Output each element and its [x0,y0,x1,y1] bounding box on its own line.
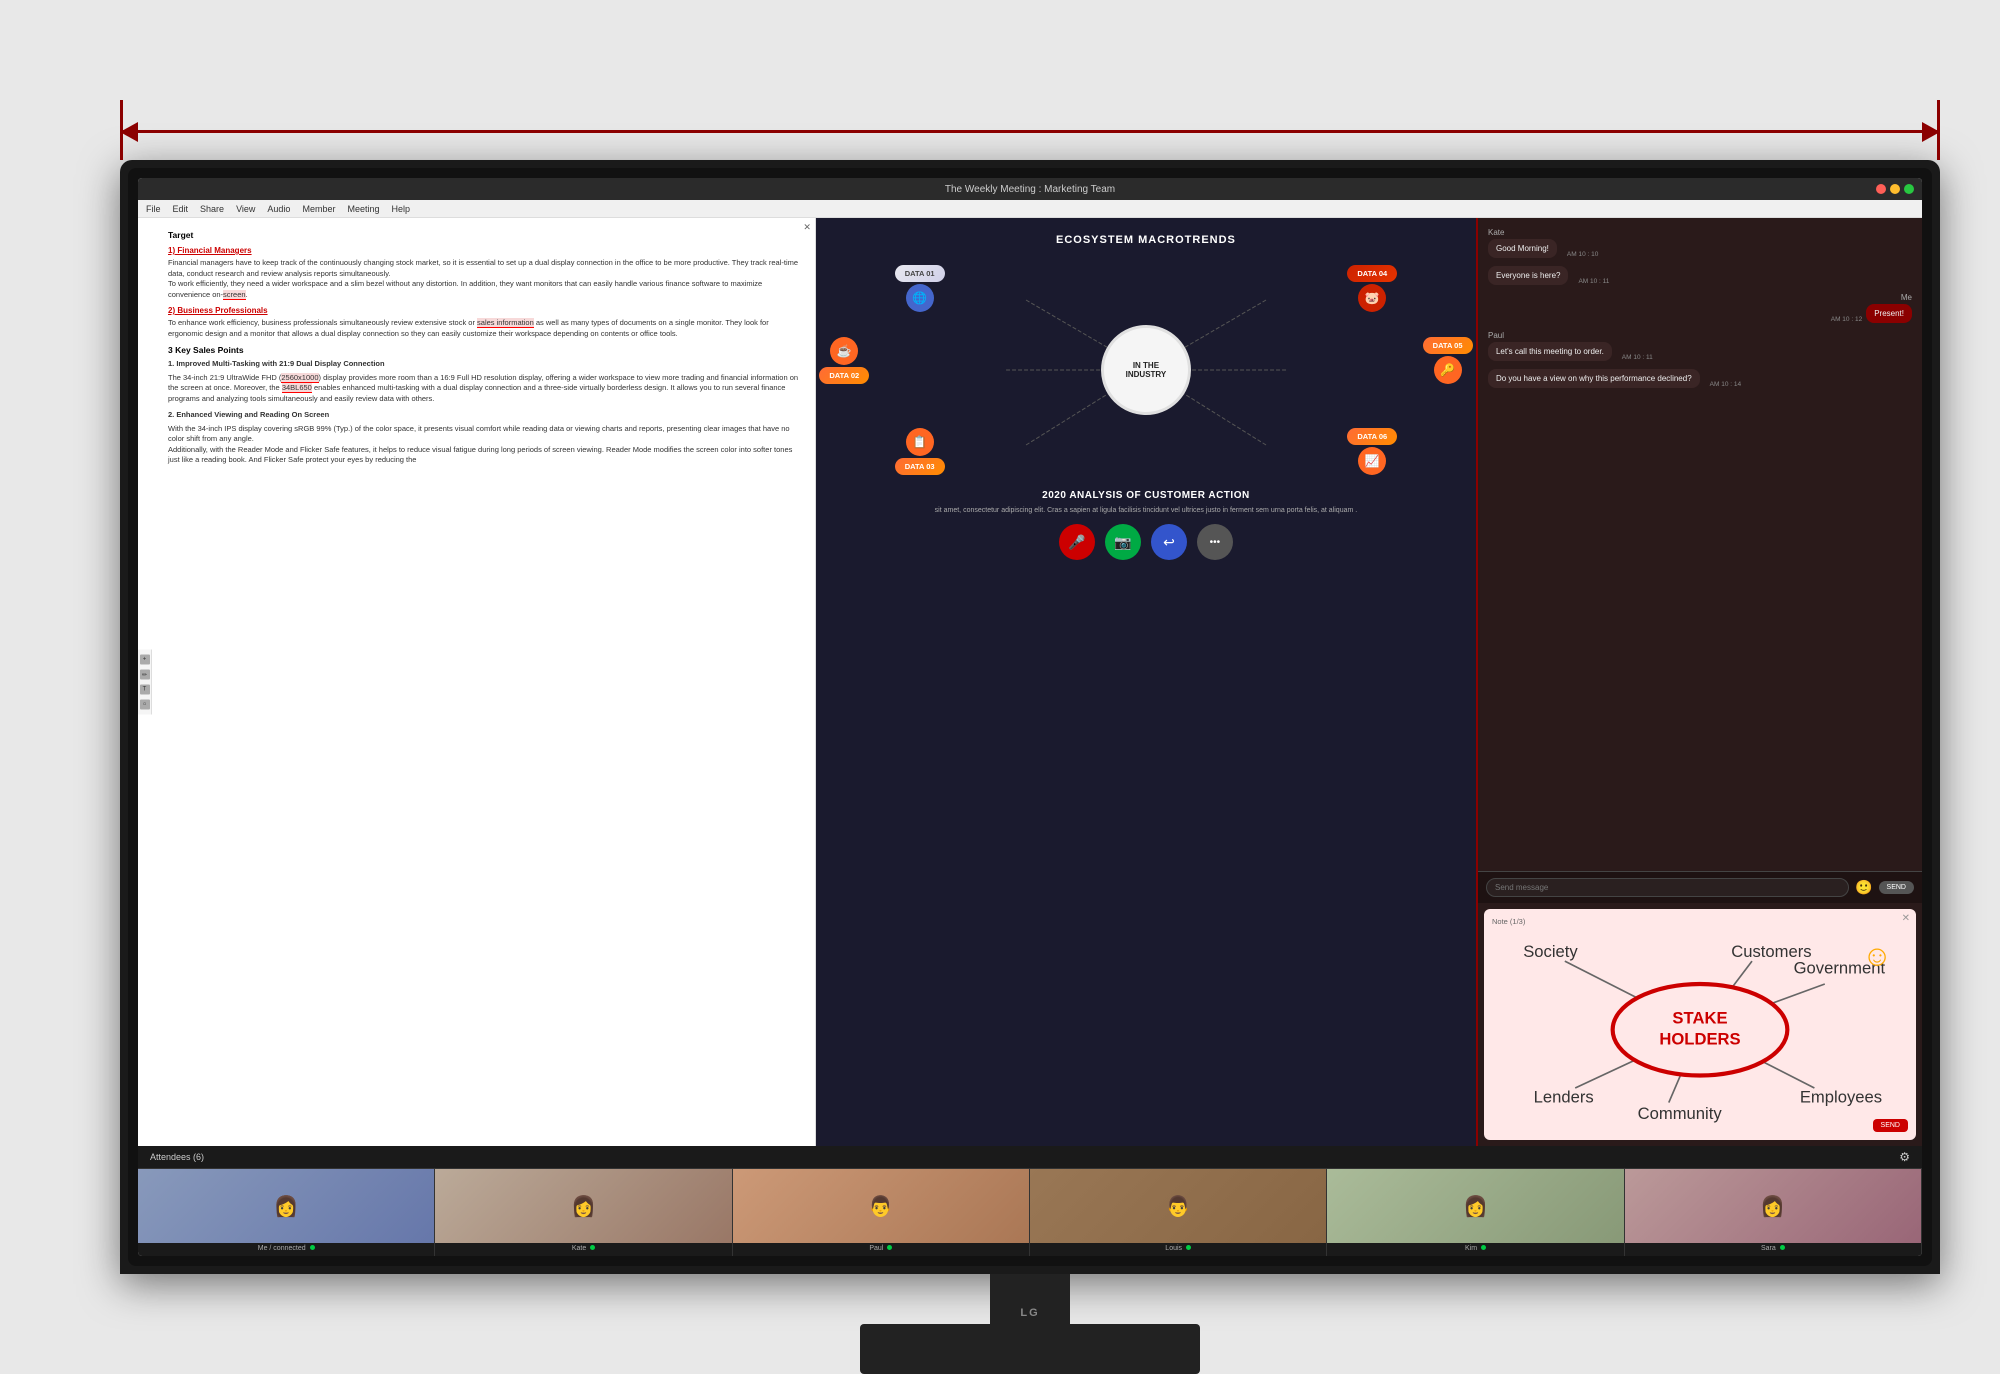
window-title: The Weekly Meeting : Marketing Team [945,184,1115,195]
pres-title: ECOSYSTEM MACROTRENDS [1056,234,1236,246]
menu-bar: File Edit Share View Audio Member Meetin… [138,200,1922,218]
menu-member[interactable]: Member [302,204,335,214]
menu-audio[interactable]: Audio [267,204,290,214]
menu-meeting[interactable]: Meeting [347,204,379,214]
attendees-settings-icon[interactable]: ⚙ [1899,1150,1910,1164]
chat-messages: Kate Good Morning! AM 10 : 10 Everyone i… [1478,218,1922,871]
monitor-stand-base [860,1324,1200,1374]
maximize-window-btn[interactable] [1904,184,1914,194]
doc-point1-title: 1. Improved Multi-Tasking with 21:9 Dual… [168,359,801,370]
note-close-btn[interactable]: ✕ [1902,913,1910,924]
tool-pen[interactable]: ✏ [140,670,150,680]
ecosystem-diagram: IN THEINDUSTRY DATA 01 🌐 ☕ DATA 02 [832,260,1460,480]
attendee-kim: 👩 Kim [1327,1169,1624,1256]
document-close-btn[interactable]: ✕ [803,222,811,233]
chat-panel: Kate Good Morning! AM 10 : 10 Everyone i… [1476,218,1922,1146]
chat-input-area: 🙂 SEND [1478,871,1922,903]
doc-section2-title: 2) Business Professionals [168,306,801,315]
chat-msg-kate1: Kate Good Morning! AM 10 : 10 [1488,228,1912,258]
note-send-btn[interactable]: SEND [1873,1119,1908,1132]
title-bar: The Weekly Meeting : Marketing Team [138,178,1922,200]
svg-text:Society: Society [1523,942,1578,961]
attendee-louis: 👨 Louis [1030,1169,1327,1256]
attendee-paul: 👨 Paul [733,1169,1030,1256]
menu-help[interactable]: Help [392,204,411,214]
app-window: The Weekly Meeting : Marketing Team File… [138,178,1922,1256]
center-circle: IN THEINDUSTRY [1101,325,1191,415]
window-controls [1876,184,1914,194]
chat-msg-kate2: Everyone is here? AM 10 : 11 [1488,266,1912,285]
monitor-screen: The Weekly Meeting : Marketing Team File… [138,178,1922,1256]
minimize-window-btn[interactable] [1890,184,1900,194]
lg-logo: LG [1020,1307,1039,1319]
chat-msg-me: Me AM 10 : 12 Present! [1488,293,1912,323]
doc-toolbar: + ✏ T ○ [138,650,152,715]
svg-text:HOLDERS: HOLDERS [1659,1030,1740,1049]
more-btn[interactable]: ••• [1197,524,1233,560]
attendee-me: 👩 Me / connected [138,1169,435,1256]
chat-msg-paul2: Do you have a view on why this performan… [1488,369,1912,388]
main-content: ✕ Target 1) Financial Managers Financial… [138,218,1922,1146]
note-title: Note (1/3) [1492,917,1908,926]
svg-text:☺: ☺ [1862,941,1892,973]
mic-btn[interactable]: 🎤 [1059,524,1095,560]
video-btn[interactable]: 📷 [1105,524,1141,560]
attendee-louis-name: Louis [1165,1245,1191,1252]
attendee-louis-avatar: 👨 [1030,1169,1326,1243]
doc-section1-text: Financial managers have to keep track of… [168,258,801,300]
attendee-kim-name: Kim [1465,1245,1486,1252]
attendee-paul-avatar: 👨 [733,1169,1029,1243]
tool-shape[interactable]: ○ [140,700,150,710]
attendee-kate-name: Kate [572,1245,595,1252]
menu-view[interactable]: View [236,204,255,214]
menu-share[interactable]: Share [200,204,224,214]
pres-subtitle: 2020 ANALYSIS OF CUSTOMER ACTION [1042,490,1250,501]
attendee-me-name: Me / connected [258,1245,315,1252]
doc-section3-title: 3 Key Sales Points [168,345,801,355]
doc-title: Target [168,230,801,240]
attendees-header: Attendees (6) ⚙ [138,1146,1922,1169]
pres-lorem: sit amet, consectetur adipiscing elit. C… [925,507,1368,514]
share-btn[interactable]: ↩ [1151,524,1187,560]
attendee-sara: 👩 Sara [1625,1169,1922,1256]
doc-section2-text: To enhance work efficiency, business pro… [168,318,801,339]
attendee-kate-avatar: 👩 [435,1169,731,1243]
note-panel: ✕ Note (1/3) Customers Society Governmen… [1484,909,1916,1140]
attendees-count: Attendees (6) [150,1152,204,1162]
doc-point2-text: With the 34-inch IPS display covering sR… [168,424,801,466]
close-window-btn[interactable] [1876,184,1886,194]
chat-send-btn[interactable]: SEND [1879,881,1914,894]
monitor: The Weekly Meeting : Marketing Team File… [120,160,1940,1274]
measurement-arrow [120,100,1940,160]
note-content: Customers Society Government [1492,932,1908,1132]
svg-text:STAKE: STAKE [1672,1009,1727,1028]
menu-edit[interactable]: Edit [173,204,189,214]
chat-msg-paul1: Paul Let's call this meeting to order. A… [1488,331,1912,361]
attendees-strip: Attendees (6) ⚙ 👩 Me / connected 👩 Kate [138,1146,1922,1256]
svg-text:Employees: Employees [1800,1088,1882,1107]
svg-text:Community: Community [1638,1105,1723,1124]
presentation-panel: ECOSYSTEM MACROTRENDS [816,218,1476,1146]
doc-point1-text: The 34-inch 21:9 UltraWide FHD (2560x100… [168,373,801,405]
center-circle-text: IN THEINDUSTRY [1126,361,1167,379]
doc-point2-title: 2. Enhanced Viewing and Reading On Scree… [168,410,801,421]
doc-section1-title: 1) Financial Managers [168,246,801,255]
attendee-sara-avatar: 👩 [1625,1169,1921,1243]
attendee-kate: 👩 Kate [435,1169,732,1256]
menu-file[interactable]: File [146,204,161,214]
attendee-sara-name: Sara [1761,1245,1785,1252]
chat-input[interactable] [1486,878,1849,897]
svg-text:Lenders: Lenders [1534,1088,1594,1107]
attendee-paul-name: Paul [869,1245,892,1252]
tool-text[interactable]: T [140,685,150,695]
attendee-kim-avatar: 👩 [1327,1169,1623,1243]
attendees-list: 👩 Me / connected 👩 Kate 👨 Paul � [138,1169,1922,1256]
document-panel: ✕ Target 1) Financial Managers Financial… [138,218,816,1146]
attendee-me-avatar: 👩 [138,1169,434,1243]
action-bar: 🎤 📷 ↩ ••• [1059,524,1233,560]
tool-cursor[interactable]: + [140,655,150,665]
emoji-icon[interactable]: 🙂 [1855,879,1872,896]
